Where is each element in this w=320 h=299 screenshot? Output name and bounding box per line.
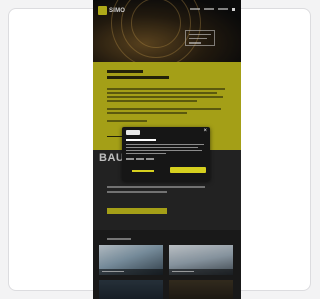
dialog-text bbox=[126, 144, 204, 146]
consent-toggle[interactable] bbox=[126, 158, 134, 160]
consent-toggle[interactable] bbox=[146, 158, 154, 160]
accept-button[interactable] bbox=[170, 167, 206, 173]
dialog-text bbox=[126, 153, 166, 155]
dialog-logo bbox=[126, 130, 140, 135]
cookie-consent-dialog: × bbox=[122, 127, 210, 181]
consent-options bbox=[126, 158, 154, 160]
dialog-text bbox=[126, 147, 198, 149]
decline-link[interactable] bbox=[132, 170, 154, 172]
close-icon[interactable]: × bbox=[203, 128, 207, 134]
dialog-text bbox=[126, 150, 202, 152]
dialog-title bbox=[126, 139, 156, 141]
consent-toggle[interactable] bbox=[136, 158, 144, 160]
